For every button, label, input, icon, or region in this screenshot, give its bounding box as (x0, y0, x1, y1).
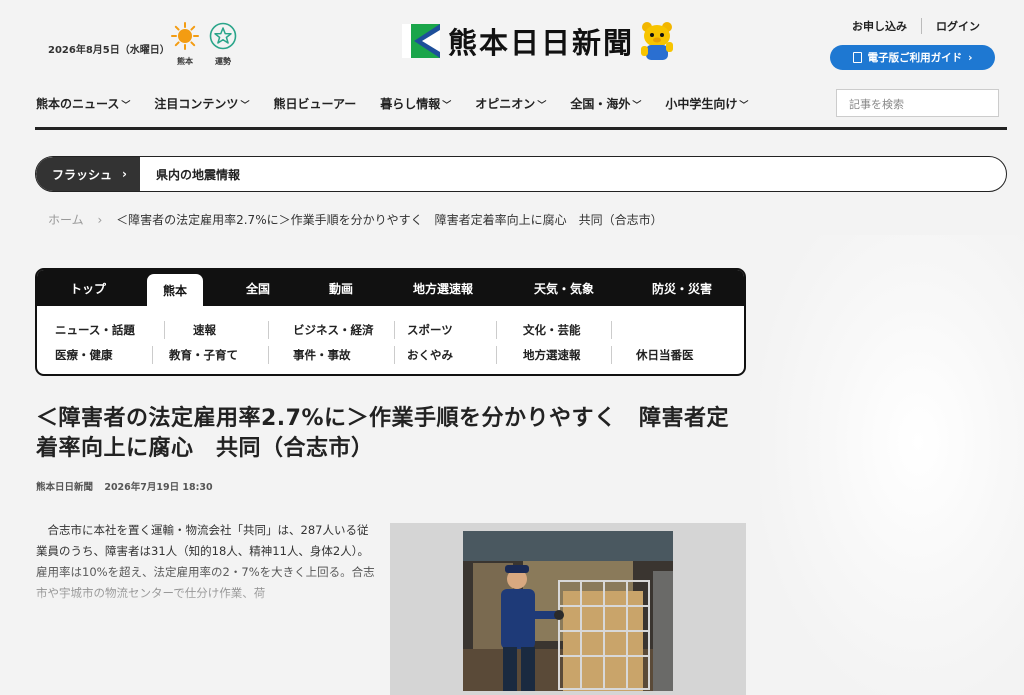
nav-item-viewer[interactable]: 熊日ビューアー (273, 95, 356, 112)
fortune-widget[interactable]: 運勢 (208, 22, 238, 67)
subcat-incidents[interactable]: 事件・事故 (269, 346, 395, 364)
subcategory-row-2: 医療・健康 教育・子育て 事件・事故 おくやみ 地方選速報 休日当番医 (37, 346, 717, 364)
site-header: 2026年8月5日（水曜日） 熊本 運勢 熊本日日新聞 お申し込み ログイン 電… (0, 0, 1024, 130)
chevron-down-icon: ﹀ (739, 101, 749, 111)
login-link[interactable]: ログイン (921, 18, 994, 34)
tab-weather[interactable]: 天気・気象 (517, 270, 611, 306)
nav-item-lifestyle[interactable]: 暮らし情報 ﹀ (380, 95, 451, 112)
breadcrumb-home[interactable]: ホーム (48, 213, 84, 227)
chevron-down-icon: ﹀ (121, 101, 131, 111)
nav-item-opinion[interactable]: オピニオン ﹀ (475, 95, 546, 112)
fortune-label: 運勢 (215, 57, 231, 66)
subcat-obituaries[interactable]: おくやみ (395, 346, 497, 364)
breadcrumb: ホーム › ＜障害者の法定雇用率2.7%に＞作業手順を分かりやすく 障害者定着率… (48, 211, 663, 228)
subcat-breaking[interactable]: 速報 (165, 321, 269, 339)
sun-icon (171, 22, 199, 50)
logo-text: 熊本日日新聞 (448, 26, 635, 60)
article-byline: 熊本日日新聞 2026年7月19日 18:30 (36, 479, 213, 493)
article-paywall-fade (36, 560, 379, 615)
subcat-education[interactable]: 教育・子育て (153, 346, 269, 364)
search-input[interactable]: 記事を検索 (836, 89, 999, 117)
tab-video[interactable]: 動画 (313, 270, 369, 306)
article-photo[interactable] (463, 531, 673, 691)
sidebar-placeholder (760, 235, 1024, 695)
star-icon (209, 22, 237, 50)
account-links: お申し込み ログイン (838, 18, 994, 34)
signup-link[interactable]: お申し込み (838, 18, 921, 34)
nav-item-students[interactable]: 小中学生向け ﹀ (665, 95, 748, 112)
nav-item-kumamoto-news[interactable]: 熊本のニュース ﹀ (36, 95, 130, 112)
subcat-news[interactable]: ニュース・話題 (37, 321, 165, 339)
nav-item-national[interactable]: 全国・海外 ﹀ (570, 95, 641, 112)
book-icon (852, 52, 862, 63)
subcat-culture[interactable]: 文化・芸能 (497, 321, 612, 339)
subcat-sports[interactable]: スポーツ (395, 321, 497, 339)
article-timestamp: 2026年7月19日 18:30 (104, 482, 213, 493)
breadcrumb-current: ＜障害者の法定雇用率2.7%に＞作業手順を分かりやすく 障害者定着率向上に腐心 … (116, 213, 663, 227)
article-source: 熊本日日新聞 (36, 482, 94, 493)
flash-label: フラッシュ › (36, 157, 140, 191)
site-logo[interactable]: 熊本日日新聞 (402, 18, 682, 64)
chevron-down-icon: ﹀ (632, 101, 642, 111)
chevron-down-icon: ﹀ (442, 101, 452, 111)
subcat-health[interactable]: 医療・健康 (37, 346, 153, 364)
current-date: 2026年8月5日（水曜日） (48, 45, 170, 56)
chevron-right-icon: › (122, 167, 127, 181)
nav-divider (35, 127, 1007, 130)
weather-widget[interactable]: 熊本 (170, 22, 200, 67)
logo-mark-icon (402, 24, 440, 58)
weather-label: 熊本 (177, 57, 193, 66)
main-nav: 熊本のニュース ﹀ 注目コンテンツ ﹀ 熊日ビューアー 暮らし情報 ﹀ オピニオン ﹀ … (36, 95, 772, 112)
chevron-right-icon: › (968, 51, 973, 64)
subcategory-row-1: ニュース・話題 速報 ビジネス・経済 スポーツ 文化・芸能 (37, 321, 612, 339)
flash-headline[interactable]: 県内の地震情報 (140, 166, 240, 183)
tab-kumamoto[interactable]: 熊本 (147, 274, 203, 306)
breadcrumb-separator: › (97, 213, 103, 227)
article-headline: ＜障害者の法定雇用率2.7%に＞作業手順を分かりやすく 障害者定着率向上に腐心 … (36, 406, 730, 461)
tab-disaster[interactable]: 防災・災害 (611, 270, 744, 306)
mascot-icon (641, 22, 674, 60)
subcat-holiday-doctor[interactable]: 休日当番医 (612, 346, 717, 364)
digital-guide-label: 電子版ご利用ガイド (867, 52, 963, 64)
tab-election[interactable]: 地方選速報 (369, 270, 517, 306)
tab-top[interactable]: トップ (37, 270, 139, 306)
category-tabs: トップ 熊本 全国 動画 地方選速報 天気・気象 防災・災害 (37, 270, 744, 306)
category-nav-box: トップ 熊本 全国 動画 地方選速報 天気・気象 防災・災害 ニュース・話題 速… (35, 268, 746, 376)
nav-item-featured[interactable]: 注目コンテンツ ﹀ (154, 95, 249, 112)
digital-guide-button[interactable]: 電子版ご利用ガイド › (830, 45, 995, 70)
chevron-down-icon: ﹀ (240, 101, 250, 111)
flash-news-bar[interactable]: フラッシュ › 県内の地震情報 (35, 156, 1007, 192)
subcat-election[interactable]: 地方選速報 (497, 346, 612, 364)
subcat-business[interactable]: ビジネス・経済 (269, 321, 395, 339)
chevron-down-icon: ﹀ (537, 101, 547, 111)
tab-national[interactable]: 全国 (203, 270, 313, 306)
